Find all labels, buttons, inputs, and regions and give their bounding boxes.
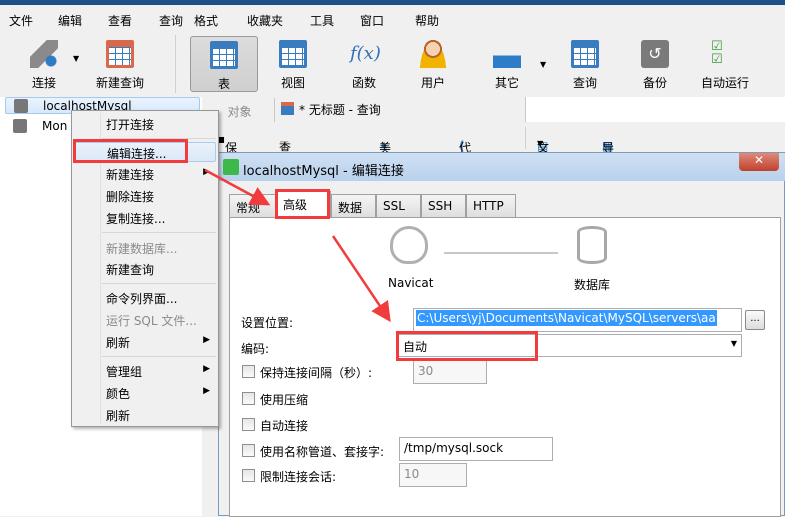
annotation-arrows [204, 168, 391, 323]
annotation-arrow-2 [331, 235, 391, 323]
annotation-arrow-1 [204, 168, 271, 206]
